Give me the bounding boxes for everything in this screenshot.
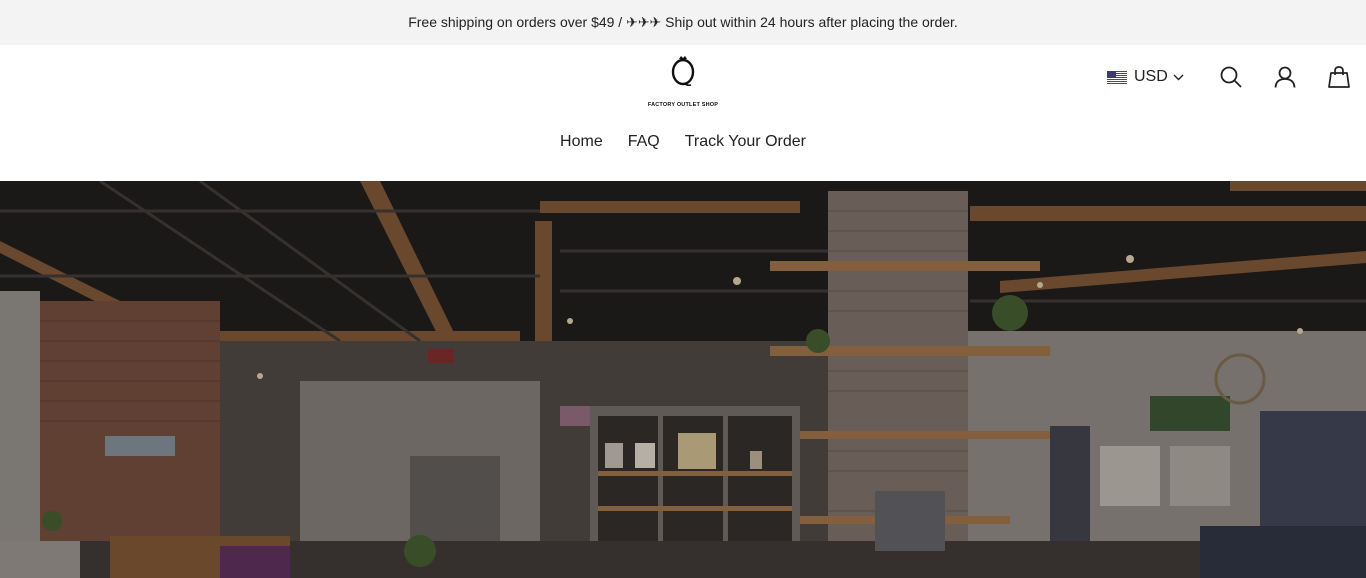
account-icon[interactable] (1272, 64, 1298, 90)
search-icon[interactable] (1218, 64, 1244, 90)
us-flag-icon (1107, 70, 1127, 84)
currency-code: USD (1134, 68, 1168, 85)
store-interior-photo (0, 181, 1366, 578)
hero-banner (0, 181, 1366, 578)
main-nav: Home FAQ Track Your Order (0, 133, 1366, 151)
currency-selector[interactable]: USD (1107, 67, 1184, 87)
cart-icon[interactable] (1326, 64, 1352, 90)
announcement-text: Free shipping on orders over $49 / ✈✈✈ S… (408, 14, 958, 30)
logo[interactable]: FACTORY OUTLET SHOP (642, 55, 724, 108)
site-header: FACTORY OUTLET SHOP USD Home FAQ Track Y… (0, 45, 1366, 181)
announcement-bar: Free shipping on orders over $49 / ✈✈✈ S… (0, 0, 1366, 45)
chevron-down-icon (1173, 68, 1184, 86)
nav-item-track-order[interactable]: Track Your Order (685, 133, 806, 151)
logo-text: FACTORY OUTLET SHOP (647, 102, 719, 108)
logo-mark-icon (671, 56, 695, 87)
nav-item-faq[interactable]: FAQ (628, 133, 660, 151)
nav-item-home[interactable]: Home (560, 133, 603, 151)
